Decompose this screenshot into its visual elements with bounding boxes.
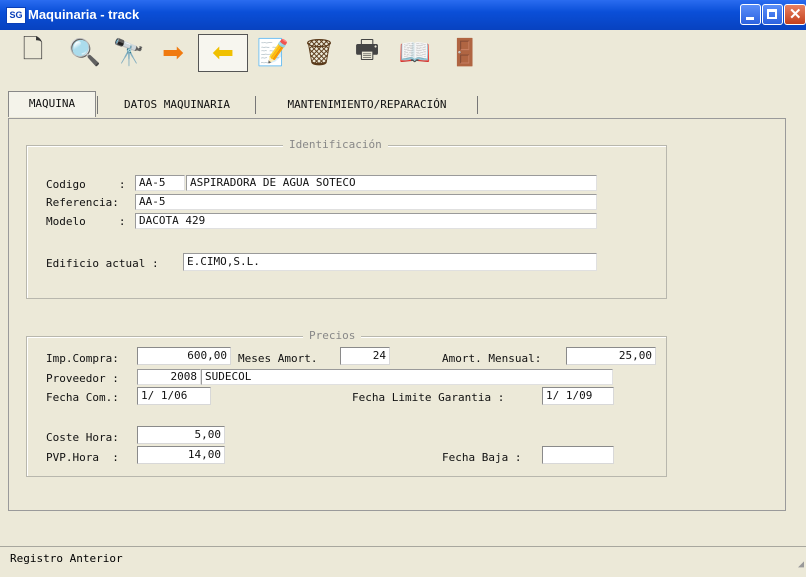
coste-hora-field[interactable]: 5,00 [137, 426, 225, 444]
imp-compra-field[interactable]: 600,00 [137, 347, 231, 365]
binoculars-icon[interactable]: 🔭 [110, 34, 148, 72]
print-icon[interactable]: 🖶 [348, 34, 386, 72]
identificacion-legend: Identificación [283, 138, 388, 151]
window-titlebar[interactable]: SG Maquinaria - track ✕ [0, 0, 806, 30]
resize-grip-icon[interactable]: ◢ [798, 553, 804, 577]
help-book-icon[interactable]: 📖 [396, 34, 434, 72]
maximize-icon [767, 9, 777, 19]
codigo-label: Codigo : [46, 178, 126, 191]
fecha-com-label: Fecha Com.: [46, 391, 119, 404]
fecha-limite-garantia-label: Fecha Limite Garantia : [352, 391, 505, 404]
precios-legend: Precios [303, 329, 362, 342]
maximize-button[interactable] [762, 4, 783, 25]
tab-separator [477, 96, 478, 114]
exit-door-icon[interactable]: 🚪 [446, 34, 484, 72]
fecha-limite-garantia-field[interactable]: 1/ 1/09 [542, 387, 614, 405]
edit-document-icon[interactable]: 📝 [254, 34, 292, 72]
fecha-com-field[interactable]: 1/ 1/06 [137, 387, 211, 405]
amort-mensual-field[interactable]: 25,00 [566, 347, 656, 365]
modelo-field[interactable]: DACOTA 429 [135, 213, 597, 229]
imp-compra-label: Imp.Compra: [46, 352, 119, 365]
close-icon: ✕ [789, 6, 802, 23]
edificio-actual-label: Edificio actual : [46, 257, 159, 270]
minimize-icon [746, 17, 754, 20]
tab-separator [97, 96, 98, 114]
previous-record-arrow-icon[interactable]: ⬅ [198, 34, 248, 72]
proveedor-code-field[interactable]: 2008 [137, 369, 201, 385]
descripcion-field[interactable]: ASPIRADORA DE AGUA SOTECO [186, 175, 597, 191]
fecha-baja-field[interactable] [542, 446, 614, 464]
window-title: Maquinaria - track [28, 7, 140, 22]
minimize-button[interactable] [740, 4, 761, 25]
fecha-baja-label: Fecha Baja : [442, 451, 522, 464]
referencia-label: Referencia: [46, 196, 119, 209]
meses-amort-field[interactable]: 24 [340, 347, 390, 365]
proveedor-name-field[interactable]: SUDECOL [201, 369, 613, 385]
modelo-label: Modelo : [46, 215, 126, 228]
pvp-hora-label: PVP.Hora : [46, 451, 119, 464]
amort-mensual-label: Amort. Mensual: [442, 352, 542, 365]
close-button[interactable]: ✕ [784, 4, 806, 25]
status-text: Registro Anterior [10, 552, 123, 565]
coste-hora-label: Coste Hora: [46, 431, 119, 444]
edificio-actual-field[interactable]: E.CIMO,S.L. [183, 253, 597, 271]
pvp-hora-field[interactable]: 14,00 [137, 446, 225, 464]
tab-separator [255, 96, 256, 114]
codigo-field[interactable]: AA-5 [135, 175, 185, 191]
status-bar: Registro Anterior ◢ [0, 546, 806, 571]
app-logo-icon: SG [6, 7, 26, 24]
referencia-field[interactable]: AA-5 [135, 194, 597, 210]
tab-maquina[interactable]: MAQUINA [8, 91, 96, 117]
proveedor-label: Proveedor : [46, 372, 119, 385]
tab-mantenimiento-reparacion[interactable]: MANTENIMIENTO/REPARACIÓN [258, 93, 476, 117]
next-record-arrow-icon[interactable]: ➡ [154, 34, 192, 72]
tab-datos-maquinaria[interactable]: DATOS MAQUINARIA [100, 93, 254, 117]
delete-basket-icon[interactable]: 🗑 [300, 34, 338, 72]
new-document-icon[interactable]: 🗋 [14, 34, 52, 72]
search-icon[interactable]: 🔍 [66, 34, 104, 72]
meses-amort-label: Meses Amort. [238, 352, 318, 365]
